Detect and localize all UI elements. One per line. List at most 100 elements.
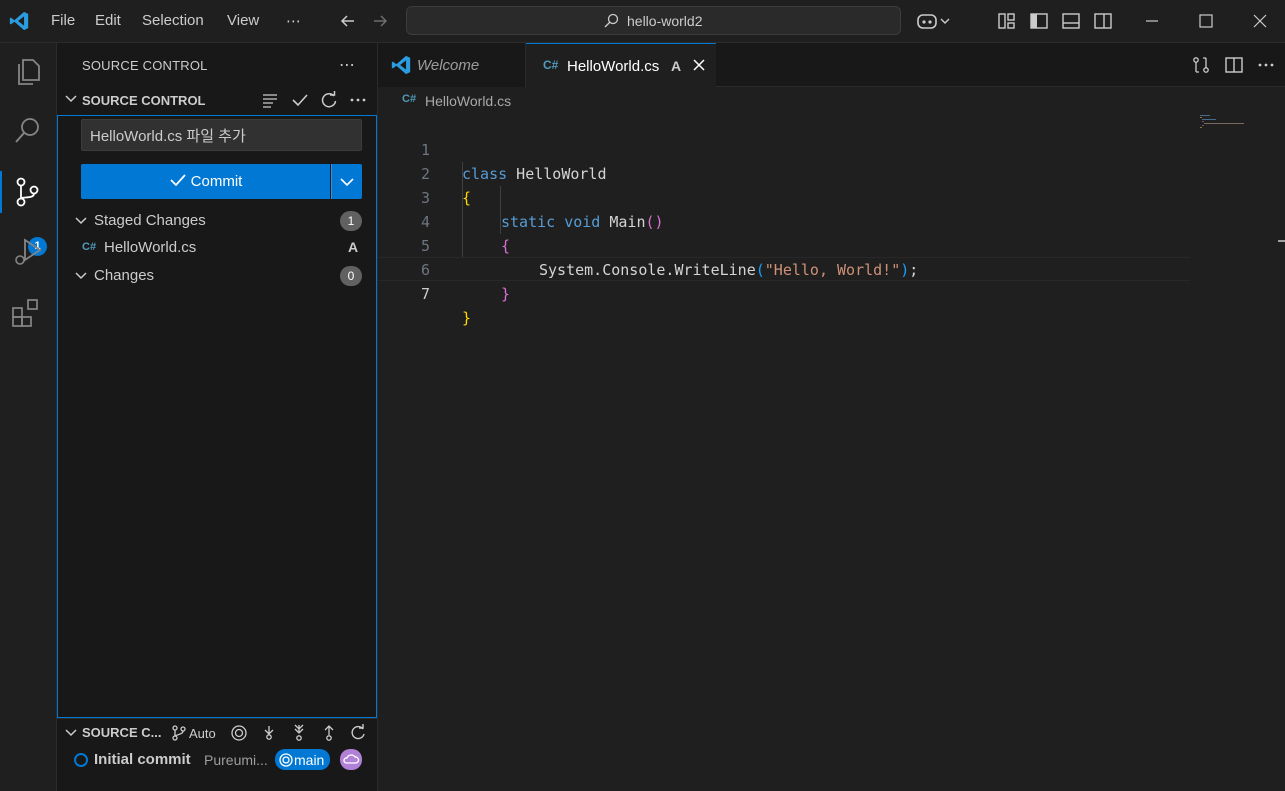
checkmark-icon — [170, 174, 186, 187]
title-bar: File Edit Selection View ⋯ hello-world2 — [0, 0, 1285, 43]
graph-commit-message: Initial commit — [94, 751, 191, 768]
list-item[interactable]: C# HelloWorld.cs A — [58, 235, 376, 261]
staged-changes-label: Staged Changes — [94, 212, 206, 229]
customize-layout-icon[interactable] — [997, 11, 1017, 31]
editor-tab-bar: Welcome C# HelloWorld.cs A — [378, 43, 1285, 87]
file-name: HelloWorld.cs — [104, 239, 197, 256]
graph-title: SOURCE C... — [82, 725, 162, 740]
breadcrumb: C# HelloWorld.cs — [378, 88, 1285, 114]
code-line: 5 System.Console.WriteLine("Hello, World… — [378, 210, 1190, 279]
sidebar: SOURCE CONTROL ⋯ SOURCE CONTROL — [57, 43, 378, 791]
editor-more-icon[interactable] — [1256, 55, 1276, 75]
staged-changes-group[interactable]: Staged Changes 1 — [58, 208, 376, 234]
commit-label: Commit — [190, 173, 243, 190]
chevron-down-icon — [65, 729, 77, 737]
menu-selection[interactable]: Selection — [142, 12, 204, 29]
line-number: 7 — [420, 285, 430, 303]
menu-file[interactable]: File — [51, 12, 75, 29]
source-control-icon[interactable] — [9, 173, 47, 211]
csharp-file-icon: C# — [82, 241, 97, 253]
run-debug-icon[interactable] — [9, 232, 47, 270]
tab-welcome[interactable]: Welcome — [378, 43, 526, 87]
scm-more-icon[interactable] — [348, 90, 368, 110]
changes-group[interactable]: Changes 0 — [58, 263, 376, 289]
staged-count-badge: 1 — [340, 211, 362, 231]
code-editor[interactable]: 1 class HelloWorld 2 { 3 static void Mai… — [378, 114, 1285, 791]
code-line: 3 static void Main() — [378, 162, 1190, 231]
pull-icon[interactable] — [290, 724, 308, 742]
menu-edit[interactable]: Edit — [95, 12, 121, 29]
forward-arrow-icon[interactable] — [370, 11, 390, 31]
code-token: } — [501, 285, 511, 303]
chevron-down-icon — [75, 272, 87, 280]
csharp-file-icon: C# — [402, 93, 417, 105]
menu-view[interactable]: View — [227, 12, 259, 29]
chevron-down-icon — [75, 217, 87, 225]
graph-commit-row[interactable]: Initial commit Pureumi... main — [57, 748, 377, 772]
target-icon — [279, 753, 293, 767]
toggle-secondary-sidebar-icon[interactable] — [1093, 11, 1113, 31]
close-window-icon[interactable] — [1250, 11, 1270, 31]
toggle-primary-sidebar-icon[interactable] — [1029, 11, 1049, 31]
commit-dropdown-button[interactable] — [331, 164, 362, 199]
code-line: 1 class HelloWorld — [378, 114, 1190, 183]
view-as-tree-icon[interactable] — [260, 90, 280, 110]
code-line: 6 } — [378, 234, 1190, 303]
commit-node-icon — [74, 753, 88, 767]
search-label: hello-world2 — [627, 13, 703, 29]
minimap[interactable] — [1198, 114, 1278, 134]
extensions-icon[interactable] — [9, 294, 47, 332]
refresh-icon[interactable] — [319, 90, 339, 110]
activity-bar: 1 — [0, 43, 57, 791]
minimize-icon[interactable] — [1142, 11, 1162, 31]
maximize-icon[interactable] — [1196, 11, 1216, 31]
cloud-icon — [340, 749, 362, 770]
source-control-panel-focus — [57, 115, 377, 718]
sidebar-title: SOURCE CONTROL — [82, 58, 208, 73]
changes-label: Changes — [94, 267, 155, 284]
commit-button[interactable]: Commit — [81, 164, 330, 199]
open-changes-icon[interactable] — [1191, 55, 1211, 75]
commit-message-input[interactable] — [81, 119, 362, 151]
code-line: 2 { — [378, 138, 1190, 207]
graph-auto-label[interactable]: Auto — [189, 726, 216, 741]
section-title: SOURCE CONTROL — [82, 93, 206, 108]
tab-label: HelloWorld.cs — [567, 58, 660, 75]
code-token: } — [462, 309, 472, 327]
code-line-current: 7 } — [378, 257, 1190, 327]
scrollbar-cursor-marker — [1278, 240, 1285, 242]
branch-name: main — [294, 752, 325, 768]
close-icon[interactable] — [691, 57, 707, 73]
tab-label: Welcome — [417, 57, 480, 74]
commit-check-icon[interactable] — [290, 90, 310, 110]
back-arrow-icon[interactable] — [338, 11, 358, 31]
copilot-icon[interactable] — [916, 11, 954, 31]
push-icon[interactable] — [320, 724, 338, 742]
graph-commit-author: Pureumi... — [204, 752, 268, 768]
breadcrumb-file[interactable]: HelloWorld.cs — [425, 93, 511, 109]
active-view-indicator — [0, 171, 2, 213]
file-status: A — [348, 239, 359, 255]
sidebar-more-button[interactable]: ⋯ — [339, 55, 356, 75]
search-view-icon[interactable] — [9, 112, 47, 150]
source-control-graph-header[interactable]: SOURCE C... Auto — [57, 718, 377, 746]
command-center-search[interactable]: hello-world2 — [406, 6, 901, 35]
fetch-icon[interactable] — [260, 724, 278, 742]
branch-icon[interactable] — [170, 724, 188, 742]
changes-count-badge: 0 — [340, 266, 362, 286]
chevron-down-icon — [65, 95, 77, 103]
split-editor-icon[interactable] — [1224, 55, 1244, 75]
target-icon[interactable] — [230, 724, 248, 742]
toggle-panel-icon[interactable] — [1061, 11, 1081, 31]
explorer-icon[interactable] — [9, 52, 47, 90]
vscode-logo-icon — [9, 11, 29, 31]
chevron-down-icon — [340, 178, 354, 187]
refresh-icon[interactable] — [349, 724, 367, 742]
vscode-logo-icon — [391, 55, 411, 75]
tab-helloworld[interactable]: C# HelloWorld.cs A — [526, 43, 716, 87]
search-icon — [604, 13, 619, 28]
menu-more[interactable]: ⋯ — [286, 12, 301, 30]
csharp-file-icon: C# — [543, 58, 559, 72]
code-line: 4 { — [378, 186, 1190, 255]
branch-badge: main — [275, 749, 331, 770]
